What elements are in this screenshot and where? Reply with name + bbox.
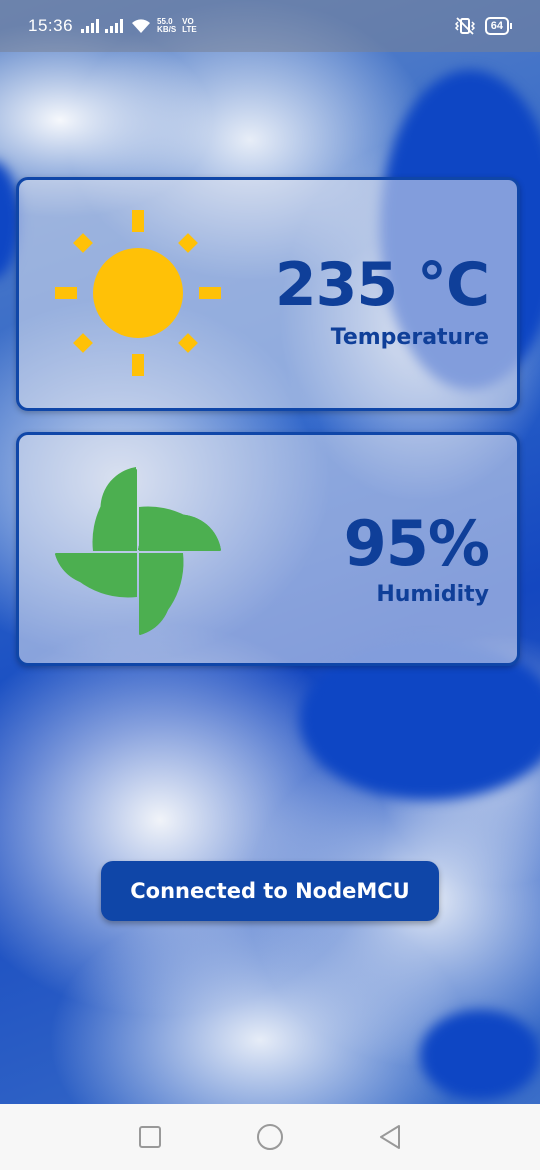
back-icon xyxy=(380,1125,400,1149)
signal-strength-icon xyxy=(81,19,100,33)
temperature-card: 235 °C Temperature xyxy=(16,177,520,411)
humidity-card: 95% Humidity xyxy=(16,432,520,666)
volte-bottom: LTE xyxy=(182,25,197,34)
battery-icon: 64 xyxy=(484,17,512,35)
navigation-bar xyxy=(0,1104,540,1170)
home-icon xyxy=(257,1124,283,1150)
status-time: 15:36 xyxy=(28,16,74,35)
battery-level: 64 xyxy=(484,17,509,35)
network-speed-unit: KB/S xyxy=(157,25,177,34)
network-speed: 55.0 KB/S xyxy=(157,18,176,34)
connection-status-button[interactable]: Connected to NodeMCU xyxy=(101,861,439,921)
volte-indicator: VO LTE xyxy=(182,18,197,34)
humidity-value: 95% xyxy=(343,507,490,580)
fan-icon xyxy=(55,467,221,635)
signal-strength-icon-2 xyxy=(105,19,124,33)
home-button[interactable] xyxy=(255,1122,285,1152)
vibrate-icon xyxy=(454,17,475,35)
recent-apps-icon xyxy=(139,1126,161,1148)
wifi-icon xyxy=(132,19,151,33)
sun-icon xyxy=(55,210,221,376)
app-screen: 15:36 55.0 KB/S VO LTE 64 235 °C Tempera… xyxy=(0,0,540,1170)
back-button[interactable] xyxy=(375,1122,405,1152)
humidity-label: Humidity xyxy=(376,582,489,607)
temperature-value: 235 °C xyxy=(274,250,490,320)
status-bar: 15:36 55.0 KB/S VO LTE 64 xyxy=(0,0,540,52)
status-right: 64 xyxy=(454,17,512,35)
temperature-label: Temperature xyxy=(330,325,489,350)
recent-apps-button[interactable] xyxy=(135,1122,165,1152)
